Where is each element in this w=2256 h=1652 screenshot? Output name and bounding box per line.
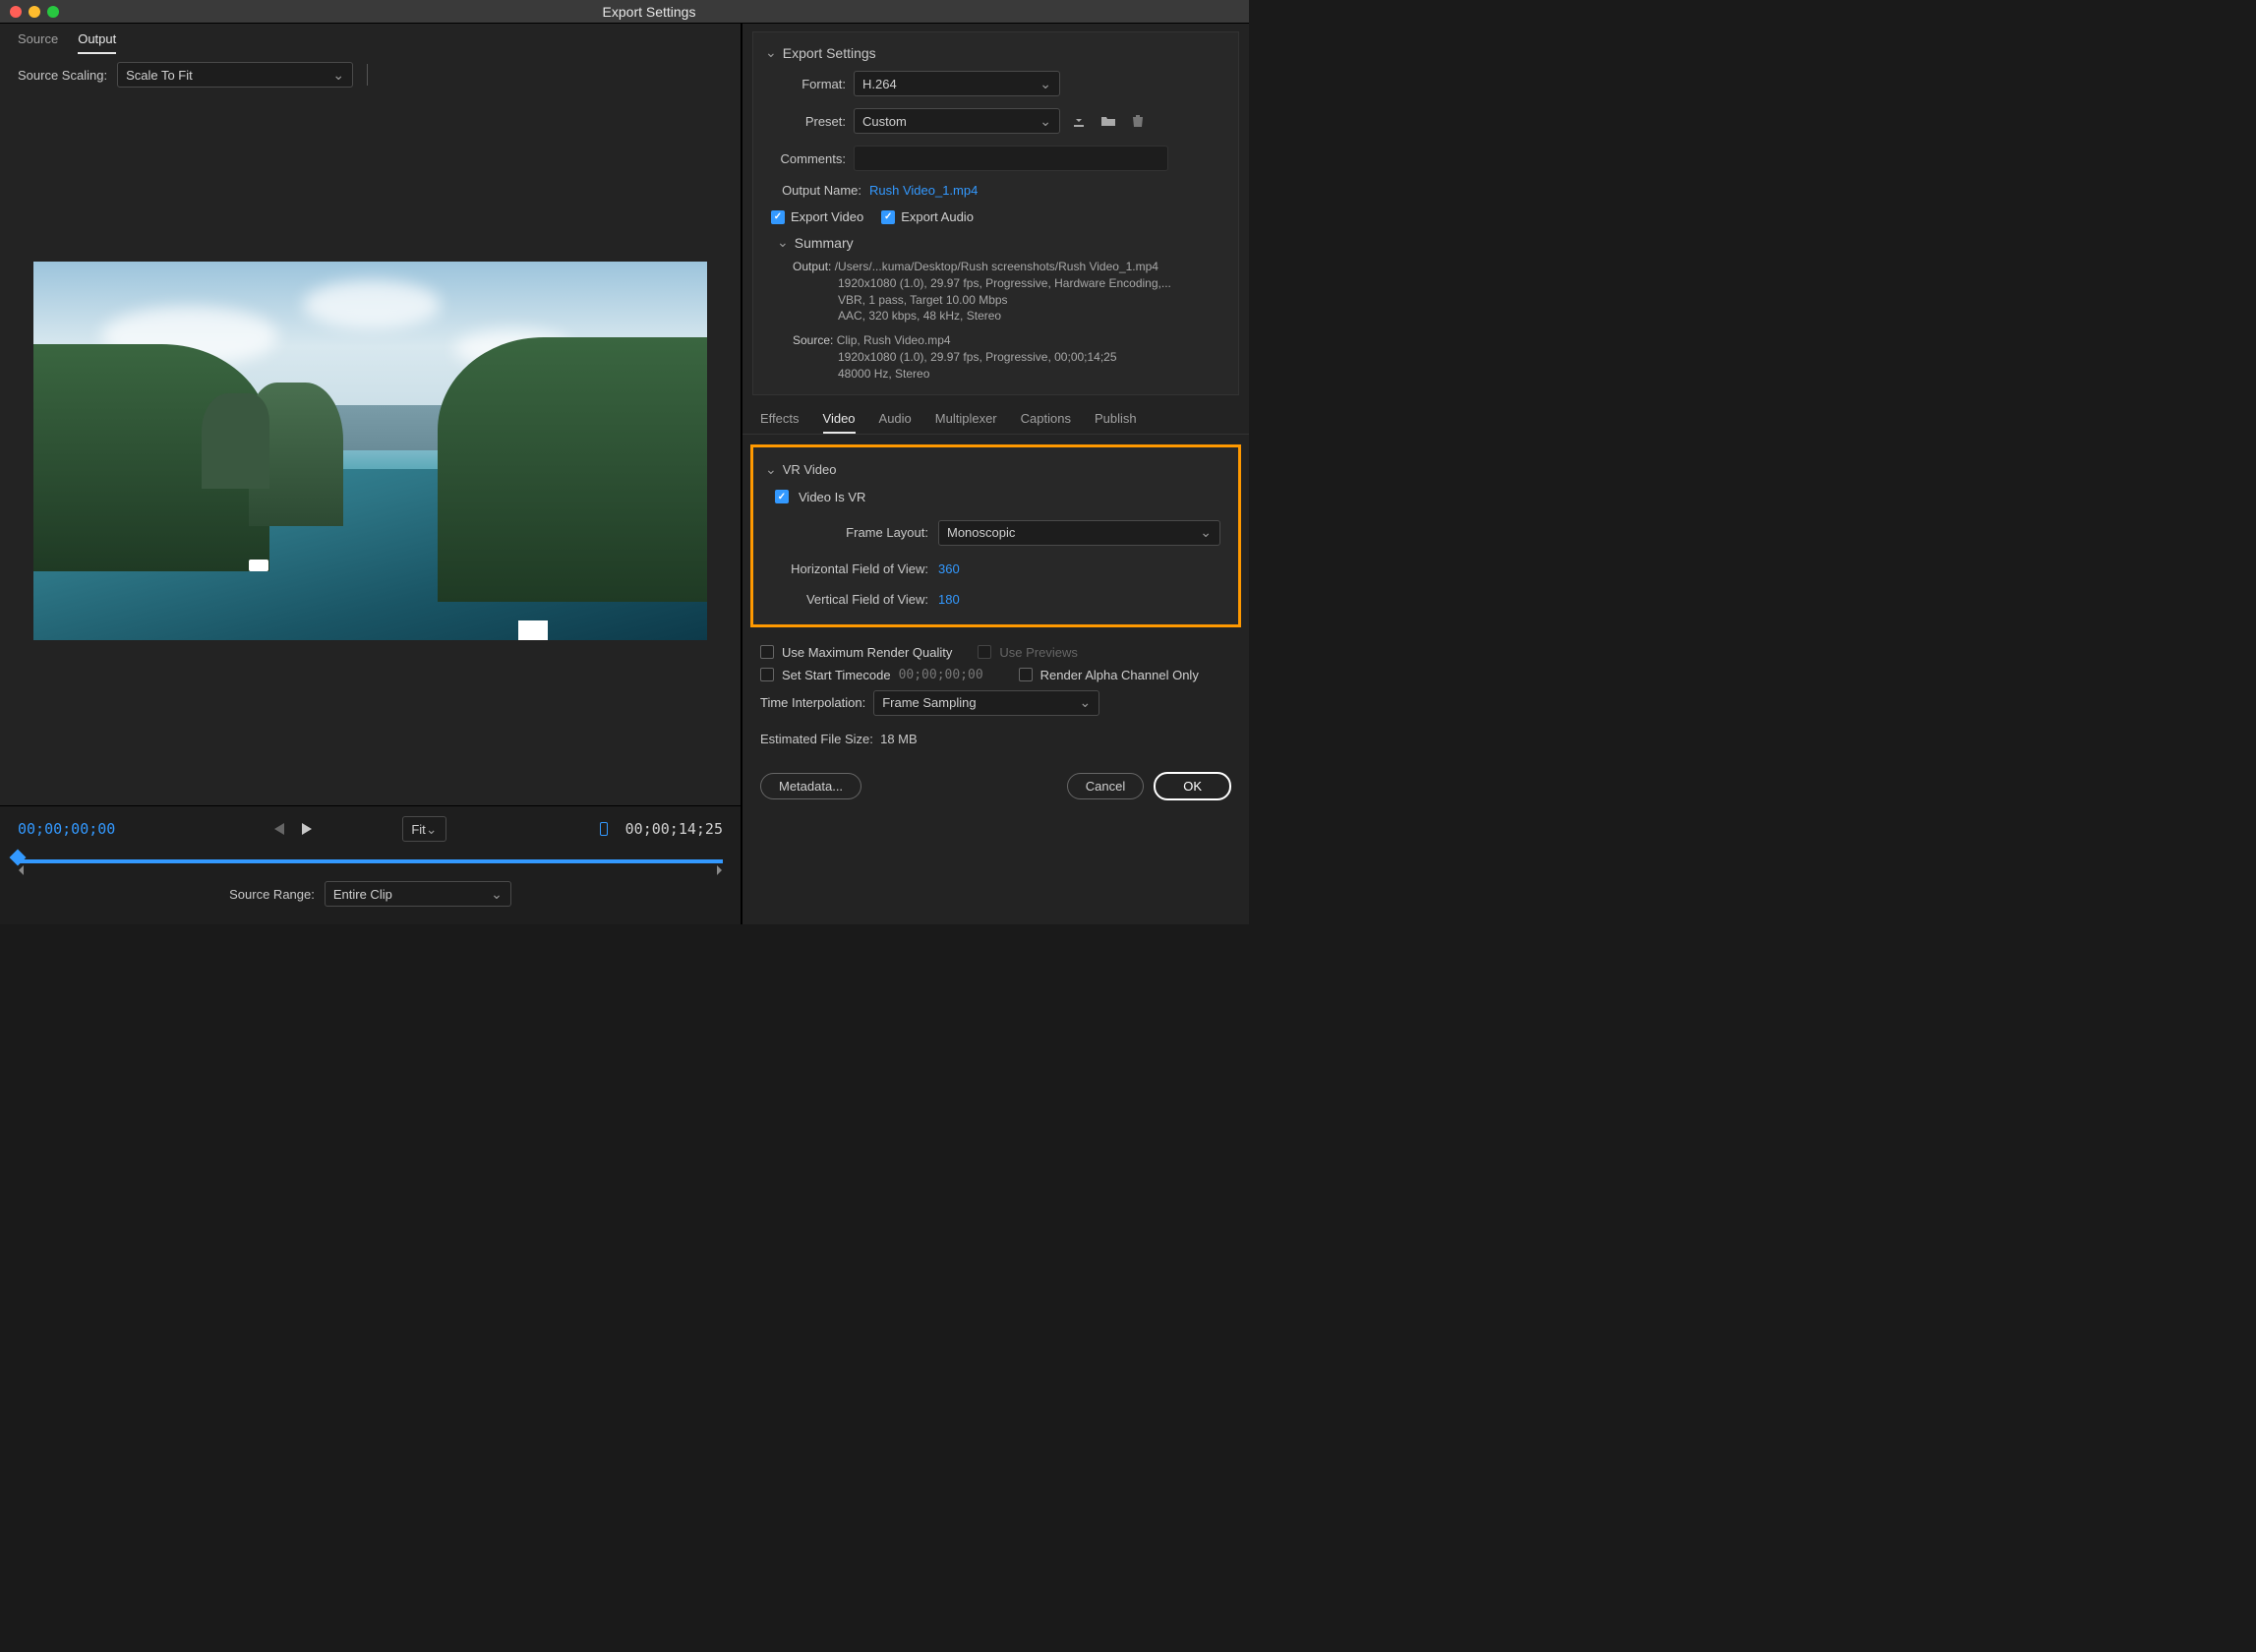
frame-layout-label: Frame Layout: xyxy=(771,525,928,540)
hfov-value[interactable]: 360 xyxy=(938,561,960,576)
export-audio-checkbox[interactable] xyxy=(881,210,895,224)
summary-source: Source: Clip, Rush Video.mp4 1920x1080 (… xyxy=(753,328,1238,385)
export-audio-label: Export Audio xyxy=(901,209,974,224)
export-video-checkbox[interactable] xyxy=(771,210,785,224)
summary-output: Output: /Users/...kuma/Desktop/Rush scre… xyxy=(753,255,1238,328)
download-preset-icon[interactable] xyxy=(1068,110,1090,132)
timecode-end: 00;00;14;25 xyxy=(625,820,723,838)
use-previews-checkbox xyxy=(978,645,991,659)
delete-preset-icon[interactable] xyxy=(1127,110,1149,132)
video-preview[interactable] xyxy=(0,95,741,805)
format-label: Format: xyxy=(771,77,846,91)
comments-label: Comments: xyxy=(771,151,846,166)
preview-panel: Source Output Source Scaling: Scale To F… xyxy=(0,24,742,924)
export-settings-section: Export Settings Format: H.264 Preset: Cu… xyxy=(752,31,1239,395)
video-is-vr-checkbox[interactable] xyxy=(775,490,789,503)
close-window-icon[interactable] xyxy=(10,6,22,18)
start-timecode-value[interactable]: 00;00;00;00 xyxy=(899,668,983,682)
output-name-label: Output Name: xyxy=(771,183,861,198)
settings-panel: Export Settings Format: H.264 Preset: Cu… xyxy=(742,24,1249,924)
max-quality-label: Use Maximum Render Quality xyxy=(782,645,952,660)
chevron-down-icon[interactable] xyxy=(765,44,777,61)
vfov-value[interactable]: 180 xyxy=(938,592,960,607)
tab-multiplexer[interactable]: Multiplexer xyxy=(935,411,997,434)
time-interpolation-label: Time Interpolation: xyxy=(760,695,865,710)
source-range-label: Source Range: xyxy=(229,887,315,902)
timecode-start[interactable]: 00;00;00;00 xyxy=(18,820,115,838)
vr-video-section: VR Video Video Is VR Frame Layout: Monos… xyxy=(750,444,1241,627)
cancel-button[interactable]: Cancel xyxy=(1067,773,1144,799)
zoom-fit-select[interactable]: Fit xyxy=(402,816,445,842)
metadata-button[interactable]: Metadata... xyxy=(760,773,861,799)
start-timecode-checkbox[interactable] xyxy=(760,668,774,681)
time-interpolation-select[interactable]: Frame Sampling xyxy=(873,690,1099,716)
start-timecode-label: Set Start Timecode xyxy=(782,668,891,682)
tab-effects[interactable]: Effects xyxy=(760,411,800,434)
source-range-select[interactable]: Entire Clip xyxy=(325,881,511,907)
aspect-ratio-icon[interactable] xyxy=(600,822,608,836)
preset-select[interactable]: Custom xyxy=(854,108,1060,134)
preset-label: Preset: xyxy=(771,114,846,129)
titlebar: Export Settings xyxy=(0,0,1249,24)
tab-video[interactable]: Video xyxy=(823,411,856,434)
minimize-window-icon[interactable] xyxy=(29,6,40,18)
output-name-link[interactable]: Rush Video_1.mp4 xyxy=(869,183,978,198)
render-alpha-checkbox[interactable] xyxy=(1019,668,1033,681)
video-is-vr-label: Video Is VR xyxy=(799,490,865,504)
export-video-label: Export Video xyxy=(791,209,863,224)
use-previews-label: Use Previews xyxy=(999,645,1077,660)
vr-chevron-icon[interactable] xyxy=(765,461,777,478)
tab-publish[interactable]: Publish xyxy=(1095,411,1137,434)
summary-chevron-icon[interactable] xyxy=(777,234,789,251)
step-back-icon[interactable] xyxy=(268,823,284,835)
tab-output[interactable]: Output xyxy=(78,31,116,54)
render-alpha-label: Render Alpha Channel Only xyxy=(1040,668,1199,682)
format-select[interactable]: H.264 xyxy=(854,71,1060,96)
ok-button[interactable]: OK xyxy=(1154,772,1231,800)
vr-title: VR Video xyxy=(783,462,837,477)
transport-controls: 00;00;00;00 Fit 00;00;14;25 Source Ran xyxy=(0,805,741,924)
play-icon[interactable] xyxy=(302,823,318,835)
source-scaling-select[interactable]: Scale To Fit xyxy=(117,62,353,88)
hfov-label: Horizontal Field of View: xyxy=(771,561,928,576)
comments-input[interactable] xyxy=(854,146,1168,171)
export-settings-title: Export Settings xyxy=(783,45,876,61)
import-preset-icon[interactable] xyxy=(1098,110,1119,132)
frame-layout-select[interactable]: Monoscopic xyxy=(938,520,1220,546)
render-options: Use Maximum Render Quality Use Previews … xyxy=(742,637,1249,724)
vfov-label: Vertical Field of View: xyxy=(771,592,928,607)
summary-title: Summary xyxy=(795,235,854,251)
timeline-slider[interactable] xyxy=(18,852,723,871)
window-title: Export Settings xyxy=(59,4,1239,20)
tab-source[interactable]: Source xyxy=(18,31,58,54)
source-scaling-label: Source Scaling: xyxy=(18,68,107,83)
maximize-window-icon[interactable] xyxy=(47,6,59,18)
estimated-size: Estimated File Size: 18 MB xyxy=(742,724,1249,754)
tab-captions[interactable]: Captions xyxy=(1021,411,1071,434)
max-quality-checkbox[interactable] xyxy=(760,645,774,659)
tab-audio[interactable]: Audio xyxy=(879,411,912,434)
window-controls xyxy=(10,6,59,18)
